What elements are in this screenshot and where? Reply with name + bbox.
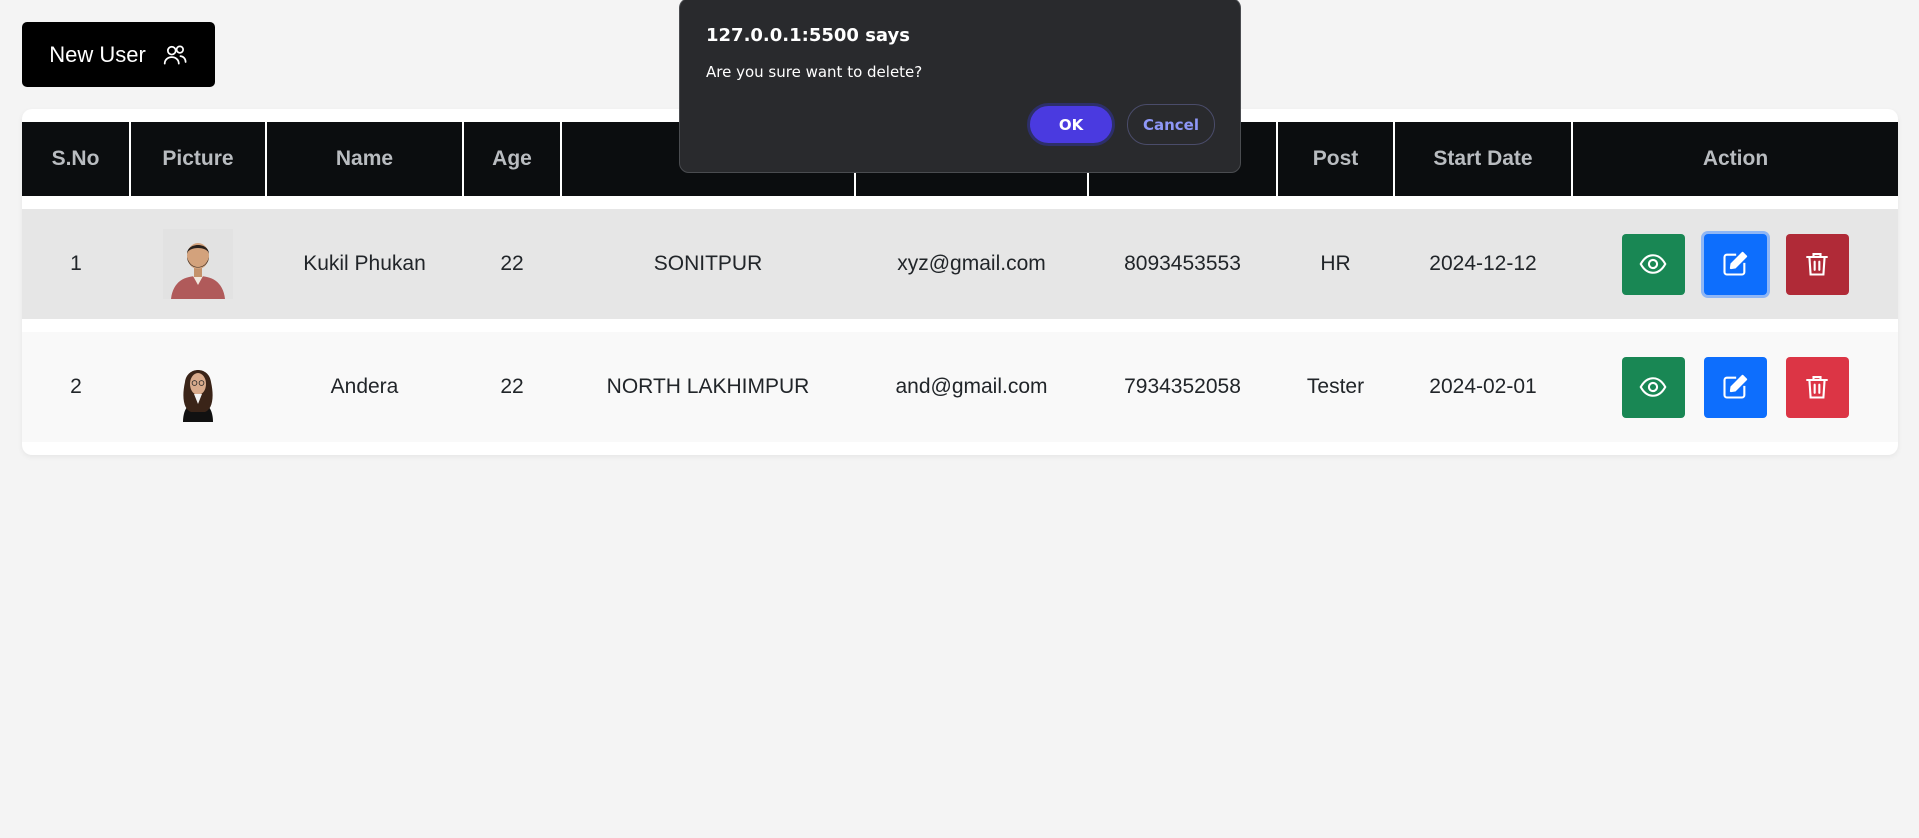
row-spacer <box>22 196 1898 209</box>
header-sno: S.No <box>22 122 131 196</box>
new-user-button[interactable]: New User <box>22 22 215 87</box>
header-action: Action <box>1572 122 1898 196</box>
edit-button[interactable] <box>1703 356 1767 418</box>
view-button[interactable] <box>1621 233 1685 295</box>
cell-email: and@gmail.com <box>855 332 1088 442</box>
cell-name: Kukil Phukan <box>266 209 463 319</box>
cell-picture <box>130 332 266 442</box>
trash-icon <box>1806 376 1828 399</box>
cell-phone: 8093453553 <box>1088 209 1277 319</box>
table-row: 2 Andera 22 NORTH LAKHIMPUR and@gmail.co… <box>22 332 1898 442</box>
cell-age: 22 <box>463 209 561 319</box>
users-icon <box>163 44 187 65</box>
cell-actions <box>1572 209 1898 319</box>
eye-icon <box>1639 254 1667 274</box>
view-button[interactable] <box>1621 356 1685 418</box>
new-user-label: New User <box>49 41 146 67</box>
cell-email: xyz@gmail.com <box>855 209 1088 319</box>
eye-icon <box>1639 377 1667 397</box>
cell-city: NORTH LAKHIMPUR <box>561 332 855 442</box>
edit-icon <box>1723 251 1748 276</box>
dialog-cancel-button[interactable]: Cancel <box>1127 104 1215 145</box>
edit-button[interactable] <box>1703 233 1767 295</box>
cell-city: SONITPUR <box>561 209 855 319</box>
row-actions <box>1572 356 1898 418</box>
delete-button[interactable] <box>1785 233 1849 295</box>
table-row: 1 Kukil Phukan 22 SONITPUR xyz@gmail.com… <box>22 209 1898 319</box>
cell-name: Andera <box>266 332 463 442</box>
edit-icon <box>1723 374 1748 399</box>
trash-icon <box>1806 253 1828 276</box>
header-picture: Picture <box>130 122 267 196</box>
confirm-dialog: 127.0.0.1:5500 says Are you sure want to… <box>679 0 1241 173</box>
header-post: Post <box>1277 122 1395 196</box>
cell-start-date: 2024-12-12 <box>1394 209 1572 319</box>
cell-start-date: 2024-02-01 <box>1394 332 1572 442</box>
header-name: Name <box>266 122 464 196</box>
cell-actions <box>1572 332 1898 442</box>
dialog-ok-button[interactable]: OK <box>1027 103 1115 146</box>
cell-sno: 1 <box>22 209 130 319</box>
cell-post: HR <box>1277 209 1394 319</box>
dialog-message: Are you sure want to delete? <box>706 63 923 81</box>
cell-picture <box>130 209 266 319</box>
header-age: Age <box>463 122 562 196</box>
cell-phone: 7934352058 <box>1088 332 1277 442</box>
delete-button[interactable] <box>1785 356 1849 418</box>
dialog-title: 127.0.0.1:5500 says <box>706 25 910 46</box>
row-spacer <box>22 319 1898 332</box>
user-photo-female <box>163 352 233 422</box>
cell-post: Tester <box>1277 332 1394 442</box>
cell-sno: 2 <box>22 332 130 442</box>
user-photo-male <box>163 229 233 299</box>
row-actions <box>1572 233 1898 295</box>
cell-age: 22 <box>463 332 561 442</box>
header-start-date: Start Date <box>1394 122 1573 196</box>
